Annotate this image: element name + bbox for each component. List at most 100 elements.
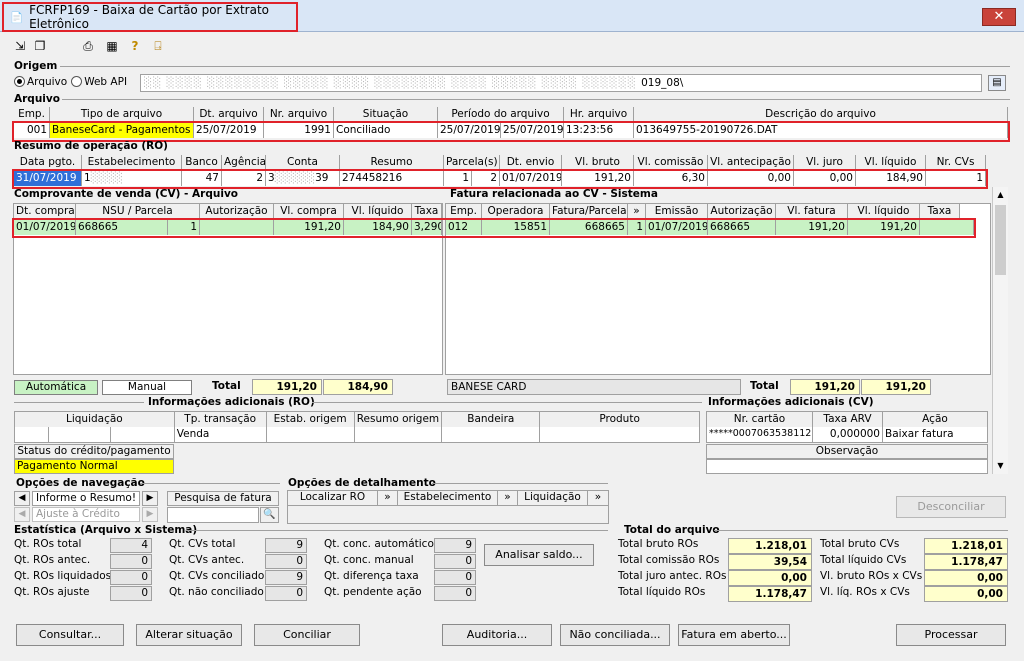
fatura-label: Fatura relacionada ao CV - Sistema	[450, 188, 658, 200]
fatura-total-liquido: 191,20	[861, 379, 931, 395]
stat-label: Qt. diferença taxa	[324, 570, 419, 582]
printer-icon[interactable]: ⎙	[80, 38, 96, 54]
fatura-em-aberto-button[interactable]: Fatura em aberto...	[678, 624, 790, 646]
total-label: Total juro antec. ROs	[618, 570, 727, 582]
cv-total-compra: 191,20	[252, 379, 322, 395]
stat-value: 9	[265, 538, 307, 553]
nav-prev-arrow-icon[interactable]: ◀	[14, 507, 30, 522]
cv-total-label: Total	[212, 380, 241, 392]
table-row[interactable]: 012 15851 668665 1 01/07/2019 668665 191…	[446, 220, 974, 235]
stat-label: Qt. conc. automático	[324, 538, 434, 550]
detalhe-label: Opções de detalhamento	[288, 477, 436, 489]
consultar-button[interactable]: Consultar...	[16, 624, 124, 646]
info-ro-label: Informações adicionais (RO)	[148, 396, 315, 408]
total-label: Total bruto CVs	[820, 538, 900, 550]
close-button[interactable]: ✕	[982, 8, 1016, 26]
table-row[interactable]: *****0007063538112 0,000000 Baixar fatur…	[706, 427, 988, 443]
window-title-box: 📄 FCRFP169 - Baixa de Cartão por Extrato…	[2, 2, 298, 32]
expand-arrow-icon[interactable]: »	[588, 491, 608, 506]
browse-file-icon[interactable]: ▤	[988, 75, 1006, 91]
stat-label: Qt. conc. manual	[324, 554, 414, 566]
divider	[60, 66, 1010, 67]
expand-arrow-icon[interactable]: »	[378, 491, 398, 506]
total-value: 39,54	[728, 554, 812, 570]
desconciliar-button[interactable]: Desconciliar	[896, 496, 1006, 518]
stat-label: Qt. ROs liquidados	[14, 570, 112, 582]
liquidacao-button[interactable]: Liquidação	[518, 491, 588, 506]
vertical-scrollbar[interactable]: ▲ ▼	[992, 187, 1008, 474]
fatura-total-fatura: 191,20	[790, 379, 860, 395]
search-icon[interactable]: 🔍	[260, 507, 279, 523]
info-cv-label: Informações adicionais (CV)	[708, 396, 874, 408]
total-label: Total comissão ROs	[618, 554, 720, 566]
legend-manual: Manual	[102, 380, 192, 395]
operadora-name: BANESE CARD	[447, 379, 741, 395]
estat-label: Estatística (Arquivo x Sistema)	[14, 524, 198, 536]
alterar-situacao-button[interactable]: Alterar situação	[136, 624, 242, 646]
stat-value: 0	[110, 554, 152, 569]
stat-label: Qt. ROs antec.	[14, 554, 91, 566]
fatura-total-label: Total	[750, 380, 779, 392]
document-icon: 📄	[10, 11, 24, 24]
stat-value: 0	[265, 554, 307, 569]
total-arquivo-label: Total do arquivo	[624, 524, 720, 536]
total-value: 1.178,47	[924, 554, 1008, 570]
pesquisa-fatura-input[interactable]	[167, 507, 259, 523]
total-label: Vl. líq. ROs x CVs	[820, 586, 910, 598]
stat-label: Qt. ROs total	[14, 538, 82, 550]
file-path-input[interactable]: ░░ ░░░░ ░░░░░░░░ ░░░░░ ░░░░ ░░░░░░░░ ░░░…	[140, 74, 982, 92]
nav-item-ajuste[interactable]: Ajuste à Crédito	[32, 507, 140, 522]
total-label: Vl. bruto ROs x CVs	[820, 570, 923, 582]
total-value: 1.218,01	[924, 538, 1008, 554]
table-row[interactable]: 31/07/2019 1░░░░ 47 2 3░░░░░39 274458216…	[14, 171, 986, 186]
nao-conciliada-button[interactable]: Não conciliada...	[560, 624, 670, 646]
stat-value: 9	[434, 538, 476, 553]
toolbar: ⇲ ❐ ⎙ ▦ ? ⍈	[0, 32, 1024, 58]
windows-icon[interactable]: ❐	[32, 38, 48, 54]
stat-label: Qt. CVs antec.	[169, 554, 245, 566]
auditoria-button[interactable]: Auditoria...	[442, 624, 552, 646]
arquivo-label: Arquivo	[14, 93, 60, 105]
stat-value: 4	[110, 538, 152, 553]
exit-door-icon[interactable]: ⍈	[150, 38, 166, 54]
total-label: Total líquido CVs	[820, 554, 907, 566]
total-value: 1.218,01	[728, 538, 812, 554]
info-cv-header: Nr. cartão Taxa ARV Ação	[706, 411, 988, 428]
localizar-ro-button[interactable]: Localizar RO	[288, 491, 378, 506]
analisar-saldo-button[interactable]: Analisar saldo...	[484, 544, 594, 566]
table-row[interactable]: 001 BaneseCard - Pagamentos 25/07/2019 1…	[14, 123, 1008, 138]
arrow-in-icon[interactable]: ⇲	[12, 38, 28, 54]
window-title: FCRFP169 - Baixa de Cartão por Extrato E…	[29, 3, 270, 31]
nav-item-resumo[interactable]: Informe o Resumo!	[32, 491, 140, 506]
nav-next-arrow-icon[interactable]: ▶	[142, 491, 158, 506]
status-credito-label: Status do crédito/pagamento	[14, 444, 174, 459]
expand-arrow-icon[interactable]: »	[498, 491, 518, 506]
ro-label: Resumo de operação (RO)	[14, 140, 168, 152]
stat-label: Qt. não conciliado	[169, 586, 264, 598]
cv-label: Comprovante de venda (CV) - Arquivo	[14, 188, 239, 200]
observacao-field[interactable]	[706, 459, 988, 474]
stat-value: 0	[434, 554, 476, 569]
total-value: 0,00	[924, 570, 1008, 586]
estabelecimento-button[interactable]: Estabelecimento	[398, 491, 498, 506]
total-value: 0,00	[728, 570, 812, 586]
conciliar-button[interactable]: Conciliar	[254, 624, 360, 646]
total-value: 1.178,47	[728, 586, 812, 602]
help-icon[interactable]: ?	[127, 38, 143, 54]
radio-webapi[interactable]: Web API	[71, 76, 127, 88]
estat-grid: Qt. ROs total 4 Qt. ROs antec. 0 Qt. ROs liq…	[14, 538, 476, 604]
stat-value: 9	[265, 570, 307, 585]
nav-prev-arrow-icon[interactable]: ◀	[14, 491, 30, 506]
stat-label: Qt. CVs total	[169, 538, 236, 550]
total-value: 0,00	[924, 586, 1008, 602]
info-ro-header: Liquidação Tp. transação Estab. origem R…	[14, 411, 701, 428]
processar-button[interactable]: Processar	[896, 624, 1006, 646]
radio-arquivo[interactable]: Arquivo	[14, 76, 67, 88]
table-row[interactable]: Venda	[14, 427, 700, 443]
stat-label: Qt. pendente ação	[324, 586, 422, 598]
legend-automatica: Automática	[14, 380, 98, 395]
total-label: Total bruto ROs	[618, 538, 699, 550]
nav-next-arrow-icon[interactable]: ▶	[142, 507, 158, 522]
observacao-label: Observação	[706, 444, 988, 459]
calculator-icon[interactable]: ▦	[104, 38, 120, 54]
